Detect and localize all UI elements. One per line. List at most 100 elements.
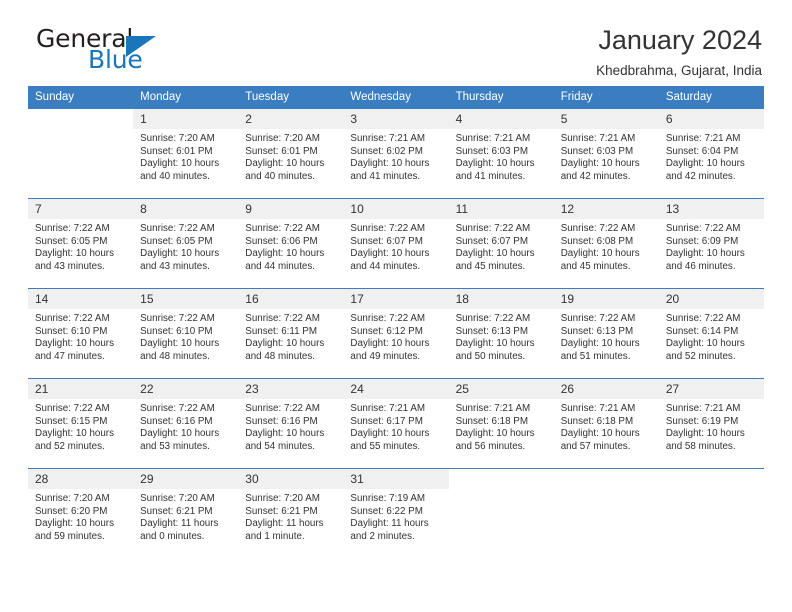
calendar-day-cell[interactable]: 6 Sunrise: 7:21 AM Sunset: 6:04 PM Daylight… [658,108,764,199]
calendar-week-row: 7 Sunrise: 7:22 AM Sunset: 6:05 PM Daylight… [28,198,764,289]
calendar-day-cell[interactable]: 25 Sunrise: 7:21 AM Sunset: 6:18 PM Dayligh… [448,378,554,469]
day-number: 9 [238,199,344,219]
daylight-text-line2: and 40 minutes. [245,170,315,182]
day-cell-content: 8 Sunrise: 7:22 AM Sunset: 6:05 PM Daylight… [133,199,239,288]
sunrise-text: Sunrise: 7:22 AM [35,313,110,324]
sunset-text: Sunset: 6:18 PM [455,415,528,427]
sunrise-text: Sunrise: 7:22 AM [455,313,531,324]
weekday-header-tuesday: Tuesday [238,86,344,109]
day-cell-content: 2 Sunrise: 7:20 AM Sunset: 6:01 PM Daylight… [238,109,344,198]
daylight-text-line2: and 44 minutes. [350,260,421,272]
day-number: 7 [28,199,134,219]
sunrise-text: Sunrise: 7:20 AM [245,133,320,144]
calendar-day-cell[interactable]: 2 Sunrise: 7:20 AM Sunset: 6:01 PM Daylight… [238,108,344,199]
calendar-day-cell[interactable]: 1 Sunrise: 7:20 AM Sunset: 6:01 PM Daylight… [133,108,239,199]
day-details: Sunrise: 7:22 AM Sunset: 6:13 PM Daylight:… [554,309,659,363]
sunset-text: Sunset: 6:01 PM [245,145,318,157]
weekday-header-friday: Friday [553,86,659,109]
sunset-text: Sunset: 6:07 PM [350,235,423,247]
sunset-text: Sunset: 6:21 PM [245,505,318,517]
daylight-text-line1: Daylight: 10 hours [140,158,220,170]
calendar-week-row: 1 Sunrise: 7:20 AM Sunset: 6:01 PM Daylight… [28,108,764,199]
calendar-day-cell[interactable]: 19 Sunrise: 7:22 AM Sunset: 6:13 PM Dayligh… [553,288,659,379]
sunset-text: Sunset: 6:06 PM [245,235,318,247]
day-number: 21 [28,379,134,399]
daylight-text-line2: and 57 minutes. [560,440,631,452]
sunset-text: Sunset: 6:10 PM [140,325,213,337]
sunset-text: Sunset: 6:20 PM [35,505,108,517]
calendar-day-cell[interactable]: 22 Sunrise: 7:22 AM Sunset: 6:16 PM Dayligh… [133,378,239,469]
sunset-text: Sunset: 6:17 PM [350,415,423,427]
day-number: 4 [448,109,554,129]
calendar-day-cell[interactable]: 16 Sunrise: 7:22 AM Sunset: 6:11 PM Dayligh… [238,288,344,379]
day-details: Sunrise: 7:22 AM Sunset: 6:05 PM Daylight:… [133,219,238,273]
day-cell-content: 3 Sunrise: 7:21 AM Sunset: 6:02 PM Daylight… [343,109,449,198]
day-details: Sunrise: 7:21 AM Sunset: 6:18 PM Daylight:… [449,399,554,453]
calendar-day-cell[interactable]: 24 Sunrise: 7:21 AM Sunset: 6:17 PM Dayligh… [343,378,449,469]
sunset-text: Sunset: 6:13 PM [560,325,634,337]
calendar-day-cell[interactable]: 21 Sunrise: 7:22 AM Sunset: 6:15 PM Dayligh… [28,378,134,469]
calendar-day-cell-empty [553,468,659,558]
sunset-text: Sunset: 6:16 PM [140,415,213,427]
day-cell-content: 10 Sunrise: 7:22 AM Sunset: 6:07 PM Dayligh… [343,199,449,288]
sunrise-text: Sunrise: 7:22 AM [560,223,636,234]
calendar-day-cell[interactable]: 3 Sunrise: 7:21 AM Sunset: 6:02 PM Daylight… [343,108,449,199]
calendar-day-cell[interactable]: 14 Sunrise: 7:22 AM Sunset: 6:10 PM Dayligh… [28,288,134,379]
calendar-day-cell[interactable]: 26 Sunrise: 7:21 AM Sunset: 6:18 PM Dayligh… [553,378,659,469]
sunrise-text: Sunrise: 7:22 AM [35,403,110,414]
sunset-text: Sunset: 6:03 PM [560,145,634,157]
day-cell-content: 4 Sunrise: 7:21 AM Sunset: 6:03 PM Daylight… [448,109,554,198]
weekday-header-sunday: Sunday [28,86,134,109]
calendar-day-cell[interactable]: 9 Sunrise: 7:22 AM Sunset: 6:06 PM Daylight… [238,198,344,289]
calendar-day-cell[interactable]: 23 Sunrise: 7:22 AM Sunset: 6:16 PM Dayligh… [238,378,344,469]
calendar-day-cell[interactable]: 15 Sunrise: 7:22 AM Sunset: 6:10 PM Dayligh… [133,288,239,379]
daylight-text-line1: Daylight: 10 hours [35,248,114,260]
day-cell-content: 30 Sunrise: 7:20 AM Sunset: 6:21 PM Dayligh… [238,469,344,558]
day-cell-content: 29 Sunrise: 7:20 AM Sunset: 6:21 PM Dayligh… [133,469,239,558]
daylight-text-line2: and 52 minutes. [35,440,105,452]
day-details: Sunrise: 7:20 AM Sunset: 6:21 PM Daylight:… [133,489,238,543]
day-details: Sunrise: 7:22 AM Sunset: 6:13 PM Daylight:… [449,309,554,363]
calendar-day-cell[interactable]: 12 Sunrise: 7:22 AM Sunset: 6:08 PM Dayligh… [553,198,659,289]
daylight-text-line1: Daylight: 10 hours [350,428,430,440]
day-number: 3 [343,109,449,129]
calendar-day-cell[interactable]: 8 Sunrise: 7:22 AM Sunset: 6:05 PM Daylight… [133,198,239,289]
daylight-text-line1: Daylight: 10 hours [665,158,745,170]
calendar-day-cell[interactable]: 13 Sunrise: 7:22 AM Sunset: 6:09 PM Dayligh… [658,198,764,289]
day-number: 10 [343,199,449,219]
calendar-day-cell[interactable]: 28 Sunrise: 7:20 AM Sunset: 6:20 PM Dayligh… [28,468,134,558]
calendar-day-cell[interactable]: 27 Sunrise: 7:21 AM Sunset: 6:19 PM Dayligh… [658,378,764,469]
day-details: Sunrise: 7:22 AM Sunset: 6:10 PM Daylight:… [28,309,133,363]
day-details: Sunrise: 7:20 AM Sunset: 6:01 PM Daylight:… [238,129,343,183]
calendar-day-cell[interactable]: 17 Sunrise: 7:22 AM Sunset: 6:12 PM Dayligh… [343,288,449,379]
day-details: Sunrise: 7:22 AM Sunset: 6:06 PM Daylight:… [238,219,343,273]
calendar-day-cell[interactable]: 7 Sunrise: 7:22 AM Sunset: 6:05 PM Daylight… [28,198,134,289]
day-details: Sunrise: 7:22 AM Sunset: 6:12 PM Daylight:… [343,309,448,363]
sunset-text: Sunset: 6:07 PM [455,235,528,247]
calendar-day-cell[interactable]: 18 Sunrise: 7:22 AM Sunset: 6:13 PM Dayligh… [448,288,554,379]
daylight-text-line1: Daylight: 10 hours [245,338,325,350]
daylight-text-line2: and 50 minutes. [455,350,526,362]
daylight-text-line2: and 58 minutes. [665,440,736,452]
calendar-day-cell[interactable]: 5 Sunrise: 7:21 AM Sunset: 6:03 PM Daylight… [553,108,659,199]
daylight-text-line2: and 42 minutes. [560,170,631,182]
day-number: 30 [238,469,344,489]
daylight-text-line2: and 55 minutes. [350,440,421,452]
daylight-text-line1: Daylight: 10 hours [350,338,430,350]
daylight-text-line1: Daylight: 10 hours [665,338,745,350]
sunrise-text: Sunrise: 7:22 AM [140,403,215,414]
calendar-day-cell[interactable]: 11 Sunrise: 7:22 AM Sunset: 6:07 PM Dayligh… [448,198,554,289]
daylight-text-line1: Daylight: 10 hours [35,518,114,530]
daylight-text-line2: and 48 minutes. [140,350,210,362]
day-details: Sunrise: 7:21 AM Sunset: 6:03 PM Daylight:… [554,129,659,183]
calendar-day-cell[interactable]: 4 Sunrise: 7:21 AM Sunset: 6:03 PM Daylight… [448,108,554,199]
day-number: 17 [343,289,449,309]
calendar-day-cell[interactable]: 29 Sunrise: 7:20 AM Sunset: 6:21 PM Dayligh… [133,468,239,558]
day-number: 26 [553,379,659,399]
calendar-day-cell[interactable]: 31 Sunrise: 7:19 AM Sunset: 6:22 PM Dayligh… [343,468,449,558]
calendar-day-cell-empty [448,468,554,558]
day-cell-content: 12 Sunrise: 7:22 AM Sunset: 6:08 PM Dayligh… [553,199,659,288]
calendar-day-cell[interactable]: 10 Sunrise: 7:22 AM Sunset: 6:07 PM Dayligh… [343,198,449,289]
calendar-day-cell[interactable]: 30 Sunrise: 7:20 AM Sunset: 6:21 PM Dayligh… [238,468,344,558]
calendar-day-cell[interactable]: 20 Sunrise: 7:22 AM Sunset: 6:14 PM Dayligh… [658,288,764,379]
